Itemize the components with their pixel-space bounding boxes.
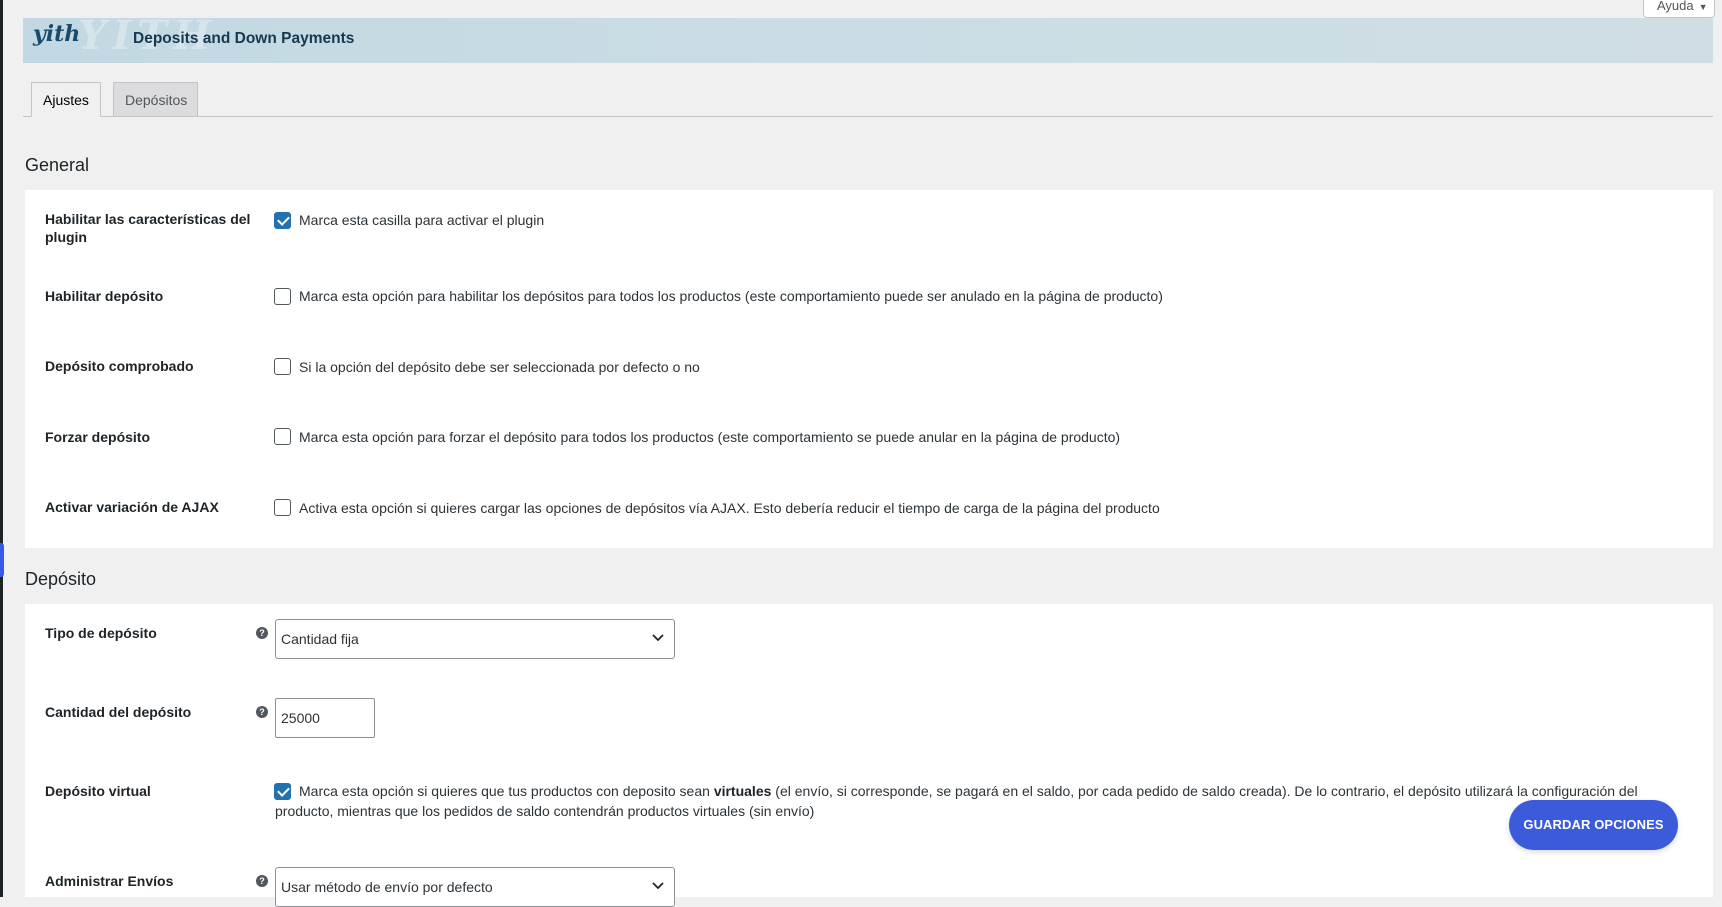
manage-shipping-select[interactable]: Usar método de envío por defecto [275,867,675,907]
deposit-checked-label: Depósito comprobado [45,358,194,374]
virtual-deposit-label: Depósito virtual [45,783,151,799]
manage-shipping-value: Usar método de envío por defecto [281,879,493,895]
force-deposit-label: Forzar depósito [45,429,151,445]
ajax-variation-description: Activa esta opción si quieres cargar las… [299,500,1160,516]
chevron-down-icon [652,634,664,642]
yith-logo: yith [33,21,81,47]
manage-shipping-label: Administrar Envíos [45,873,174,889]
virtual-text-bold: virtuales [713,783,772,799]
help-icon[interactable]: ? [256,627,268,639]
enable-plugin-label: Habilitar las características del plugin [45,211,251,245]
virtual-text-before: Marca esta opción si quieres que tus pro… [299,783,714,799]
enable-plugin-description: Marca esta casilla para activar el plugi… [299,212,545,228]
help-tab-label: Ayuda [1657,0,1694,13]
deposit-checked-checkbox[interactable] [274,358,291,375]
deposit-amount-label: Cantidad del depósito [45,704,192,720]
deposit-type-value: Cantidad fija [281,631,359,647]
deposit-checked-description: Si la opción del depósito debe ser selec… [299,359,700,375]
ajax-variation-checkbox[interactable] [274,499,291,516]
tabs-divider [23,116,1713,117]
help-icon[interactable]: ? [256,875,268,887]
force-deposit-description: Marca esta opción para forzar el depósit… [299,429,1121,445]
tab-label: Depósitos [125,92,188,108]
help-tab-button[interactable]: Ayuda ▼ [1643,0,1715,18]
help-icon[interactable]: ? [256,706,268,718]
ajax-variation-label: Activar variación de AJAX [45,499,219,515]
virtual-deposit-description: Marca esta opción si quieres que tus pro… [275,781,1695,821]
deposit-type-label: Tipo de depósito [45,625,157,641]
deposit-type-select[interactable]: Cantidad fija [275,619,675,659]
tab-depositos[interactable]: Depósitos [113,82,198,117]
section-title-deposit: Depósito [25,569,97,589]
section-title-general: General [25,155,90,175]
sidebar-active-marker [0,543,4,577]
caret-down-icon: ▼ [1698,2,1708,12]
force-deposit-checkbox[interactable] [274,428,291,445]
enable-deposit-label: Habilitar depósito [45,288,164,304]
deposit-amount-input[interactable]: 25000 [275,698,375,738]
tab-label: Ajustes [43,92,89,108]
enable-plugin-checkbox[interactable] [274,212,291,229]
chevron-down-icon [652,882,664,890]
enable-deposit-description: Marca esta opción para habilitar los dep… [299,288,1163,304]
enable-deposit-checkbox[interactable] [274,288,291,305]
plugin-header-banner: YITH yith Deposits and Down Payments [23,18,1713,63]
save-options-button[interactable]: GUARDAR OPCIONES [1509,800,1678,850]
deposit-amount-value: 25000 [281,710,320,726]
admin-sidebar-edge [0,0,3,897]
plugin-title: Deposits and Down Payments [133,30,355,47]
tab-ajustes[interactable]: Ajustes [31,82,101,117]
